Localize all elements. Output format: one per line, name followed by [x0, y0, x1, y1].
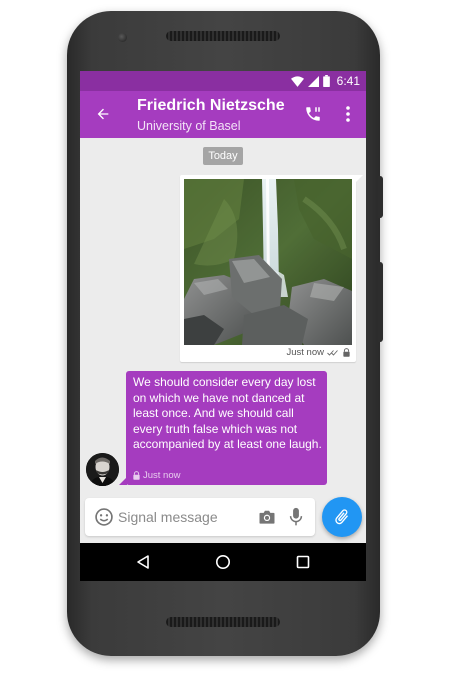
back-arrow-icon — [97, 108, 109, 120]
camera-icon[interactable] — [257, 507, 277, 527]
back-button[interactable] — [92, 103, 114, 125]
image-message-time: Just now — [286, 347, 325, 358]
conversation-toolbar: Friedrich Nietzsche University of Basel — [80, 91, 366, 138]
status-bar: 6:41 — [80, 71, 366, 91]
nav-recents-icon[interactable] — [295, 554, 311, 570]
more-vert-icon — [346, 106, 350, 122]
avatar-portrait — [86, 453, 119, 486]
message-input[interactable] — [118, 506, 248, 528]
bottom-speaker — [166, 617, 280, 627]
incoming-text-message[interactable]: We should consider every day lost on whi… — [119, 371, 327, 485]
mic-icon[interactable] — [288, 507, 304, 527]
image-message-meta: Just now — [287, 347, 351, 358]
waterfall-photo[interactable] — [184, 179, 352, 345]
contact-name[interactable]: Friedrich Nietzsche — [137, 97, 285, 115]
top-speaker — [166, 31, 280, 41]
app-screen: 6:41 Friedrich Nietzsche University of B… — [80, 71, 366, 581]
battery-icon — [322, 75, 330, 87]
call-button[interactable] — [302, 103, 324, 125]
phone-call-icon — [306, 107, 320, 121]
contact-avatar[interactable] — [86, 453, 119, 486]
attach-button[interactable] — [322, 497, 362, 537]
overflow-menu-button[interactable] — [338, 103, 358, 125]
outgoing-image-message[interactable]: Just now — [180, 175, 363, 362]
text-message-time: Just now — [143, 470, 181, 481]
system-nav-bar — [80, 543, 366, 581]
nav-home-icon[interactable] — [215, 554, 231, 570]
contact-subtitle[interactable]: University of Basel — [137, 119, 241, 133]
lock-icon — [133, 471, 140, 480]
front-camera — [118, 33, 127, 42]
signal-icon — [307, 75, 319, 87]
message-text: We should consider every day lost on whi… — [133, 375, 322, 452]
date-divider: Today — [203, 147, 243, 165]
emoji-icon[interactable] — [94, 507, 114, 527]
wifi-icon — [290, 75, 304, 87]
text-message-meta: Just now — [133, 470, 181, 481]
lock-icon — [343, 348, 350, 357]
volume-button — [378, 262, 383, 342]
attachment-icon — [335, 509, 348, 525]
double-check-icon — [327, 349, 338, 356]
status-time: 6:41 — [336, 74, 360, 88]
nav-back-icon[interactable] — [135, 554, 151, 570]
composer — [85, 498, 315, 536]
power-button — [378, 176, 383, 218]
